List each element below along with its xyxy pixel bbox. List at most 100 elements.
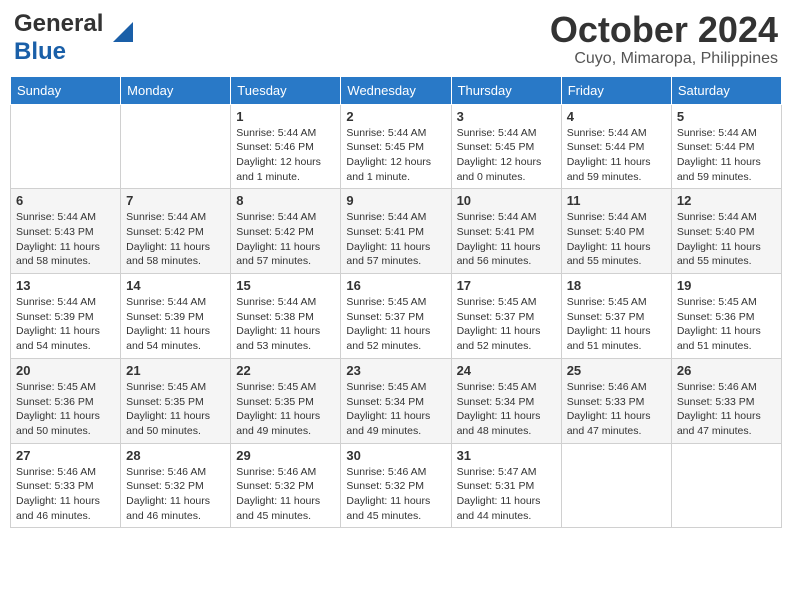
day-info: Sunrise: 5:46 AMSunset: 5:32 PMDaylight:… bbox=[346, 465, 445, 524]
calendar-cell: 24Sunrise: 5:45 AMSunset: 5:34 PMDayligh… bbox=[451, 358, 561, 443]
calendar-cell: 19 Sunrise: 5:45 AMSunset: 5:36 PMDayligh… bbox=[671, 274, 781, 359]
day-number: 12 bbox=[677, 193, 776, 208]
day-number: 2 bbox=[346, 109, 445, 124]
day-info: Sunrise: 5:44 AMSunset: 5:45 PMDaylight:… bbox=[346, 126, 445, 185]
day-of-week-header: Monday bbox=[121, 76, 231, 104]
calendar-cell: 28 Sunrise: 5:46 AMSunset: 5:32 PMDayligh… bbox=[121, 443, 231, 528]
day-of-week-header: Saturday bbox=[671, 76, 781, 104]
day-number: 25 bbox=[567, 363, 666, 378]
calendar-cell: 5 Sunrise: 5:44 AMSunset: 5:44 PMDaylight… bbox=[671, 104, 781, 189]
calendar-cell: 15Sunrise: 5:44 AMSunset: 5:38 PMDayligh… bbox=[231, 274, 341, 359]
page-header: General Blue October 2024 Cuyo, Mimaropa… bbox=[10, 10, 782, 68]
calendar-cell bbox=[121, 104, 231, 189]
day-number: 3 bbox=[457, 109, 556, 124]
calendar-week-row: 20 Sunrise: 5:45 AMSunset: 5:36 PMDayligh… bbox=[11, 358, 782, 443]
calendar-cell: 9Sunrise: 5:44 AMSunset: 5:41 PMDaylight… bbox=[341, 189, 451, 274]
day-info: Sunrise: 5:45 AMSunset: 5:36 PMDaylight:… bbox=[16, 380, 115, 439]
calendar-cell: 8 Sunrise: 5:44 AMSunset: 5:42 PMDaylight… bbox=[231, 189, 341, 274]
day-number: 13 bbox=[16, 278, 115, 293]
day-info: Sunrise: 5:46 AMSunset: 5:32 PMDaylight:… bbox=[126, 465, 225, 524]
day-number: 22 bbox=[236, 363, 335, 378]
calendar-cell: 26 Sunrise: 5:46 AMSunset: 5:33 PMDayligh… bbox=[671, 358, 781, 443]
day-info: Sunrise: 5:45 AMSunset: 5:37 PMDaylight:… bbox=[457, 295, 556, 354]
day-info: Sunrise: 5:45 AMSunset: 5:35 PMDaylight:… bbox=[236, 380, 335, 439]
day-number: 19 bbox=[677, 278, 776, 293]
day-number: 20 bbox=[16, 363, 115, 378]
day-number: 24 bbox=[457, 363, 556, 378]
day-info: Sunrise: 5:44 AMSunset: 5:43 PMDaylight:… bbox=[16, 210, 115, 269]
calendar-week-row: 13 Sunrise: 5:44 AMSunset: 5:39 PMDayligh… bbox=[11, 274, 782, 359]
day-number: 11 bbox=[567, 193, 666, 208]
calendar-cell: 3Sunrise: 5:44 AMSunset: 5:45 PMDaylight… bbox=[451, 104, 561, 189]
day-info: Sunrise: 5:46 AMSunset: 5:33 PMDaylight:… bbox=[16, 465, 115, 524]
calendar-cell: 1 Sunrise: 5:44 AMSunset: 5:46 PMDaylight… bbox=[231, 104, 341, 189]
day-number: 14 bbox=[126, 278, 225, 293]
calendar-cell: 17 Sunrise: 5:45 AMSunset: 5:37 PMDayligh… bbox=[451, 274, 561, 359]
location: Cuyo, Mimaropa, Philippines bbox=[550, 50, 778, 68]
logo-icon bbox=[109, 18, 137, 51]
day-number: 28 bbox=[126, 448, 225, 463]
day-of-week-header: Tuesday bbox=[231, 76, 341, 104]
title-section: October 2024 Cuyo, Mimaropa, Philippines bbox=[550, 10, 778, 68]
calendar-cell: 30 Sunrise: 5:46 AMSunset: 5:32 PMDayligh… bbox=[341, 443, 451, 528]
day-number: 10 bbox=[457, 193, 556, 208]
day-number: 8 bbox=[236, 193, 335, 208]
month-title: October 2024 bbox=[550, 10, 778, 50]
day-number: 6 bbox=[16, 193, 115, 208]
day-info: Sunrise: 5:44 AMSunset: 5:44 PMDaylight:… bbox=[677, 126, 776, 185]
day-number: 30 bbox=[346, 448, 445, 463]
day-number: 16 bbox=[346, 278, 445, 293]
day-info: Sunrise: 5:45 AMSunset: 5:37 PMDaylight:… bbox=[346, 295, 445, 354]
day-info: Sunrise: 5:44 AMSunset: 5:40 PMDaylight:… bbox=[677, 210, 776, 269]
day-info: Sunrise: 5:44 AMSunset: 5:42 PMDaylight:… bbox=[236, 210, 335, 269]
calendar-cell: 2 Sunrise: 5:44 AMSunset: 5:45 PMDaylight… bbox=[341, 104, 451, 189]
day-info: Sunrise: 5:44 AMSunset: 5:41 PMDaylight:… bbox=[457, 210, 556, 269]
calendar-cell: 6 Sunrise: 5:44 AMSunset: 5:43 PMDaylight… bbox=[11, 189, 121, 274]
logo-text: General Blue bbox=[14, 10, 103, 66]
day-of-week-header: Thursday bbox=[451, 76, 561, 104]
day-info: Sunrise: 5:44 AMSunset: 5:40 PMDaylight:… bbox=[567, 210, 666, 269]
day-info: Sunrise: 5:46 AMSunset: 5:33 PMDaylight:… bbox=[677, 380, 776, 439]
calendar-cell: 12 Sunrise: 5:44 AMSunset: 5:40 PMDayligh… bbox=[671, 189, 781, 274]
day-info: Sunrise: 5:44 AMSunset: 5:39 PMDaylight:… bbox=[126, 295, 225, 354]
day-of-week-header: Sunday bbox=[11, 76, 121, 104]
day-number: 1 bbox=[236, 109, 335, 124]
day-number: 31 bbox=[457, 448, 556, 463]
day-number: 5 bbox=[677, 109, 776, 124]
day-info: Sunrise: 5:45 AMSunset: 5:36 PMDaylight:… bbox=[677, 295, 776, 354]
day-info: Sunrise: 5:46 AMSunset: 5:32 PMDaylight:… bbox=[236, 465, 335, 524]
calendar-cell: 21Sunrise: 5:45 AMSunset: 5:35 PMDayligh… bbox=[121, 358, 231, 443]
calendar-cell: 18Sunrise: 5:45 AMSunset: 5:37 PMDayligh… bbox=[561, 274, 671, 359]
calendar-cell: 7Sunrise: 5:44 AMSunset: 5:42 PMDaylight… bbox=[121, 189, 231, 274]
day-number: 26 bbox=[677, 363, 776, 378]
day-number: 23 bbox=[346, 363, 445, 378]
calendar-cell: 14 Sunrise: 5:44 AMSunset: 5:39 PMDayligh… bbox=[121, 274, 231, 359]
calendar-cell: 16 Sunrise: 5:45 AMSunset: 5:37 PMDayligh… bbox=[341, 274, 451, 359]
calendar-cell: 25 Sunrise: 5:46 AMSunset: 5:33 PMDayligh… bbox=[561, 358, 671, 443]
day-of-week-header: Wednesday bbox=[341, 76, 451, 104]
day-info: Sunrise: 5:46 AMSunset: 5:33 PMDaylight:… bbox=[567, 380, 666, 439]
calendar-cell bbox=[671, 443, 781, 528]
day-info: Sunrise: 5:44 AMSunset: 5:39 PMDaylight:… bbox=[16, 295, 115, 354]
day-info: Sunrise: 5:44 AMSunset: 5:44 PMDaylight:… bbox=[567, 126, 666, 185]
calendar-cell: 13 Sunrise: 5:44 AMSunset: 5:39 PMDayligh… bbox=[11, 274, 121, 359]
day-info: Sunrise: 5:44 AMSunset: 5:42 PMDaylight:… bbox=[126, 210, 225, 269]
day-number: 17 bbox=[457, 278, 556, 293]
calendar-cell: 31Sunrise: 5:47 AMSunset: 5:31 PMDayligh… bbox=[451, 443, 561, 528]
day-number: 9 bbox=[346, 193, 445, 208]
calendar-week-row: 27 Sunrise: 5:46 AMSunset: 5:33 PMDayligh… bbox=[11, 443, 782, 528]
day-number: 29 bbox=[236, 448, 335, 463]
calendar-week-row: 6 Sunrise: 5:44 AMSunset: 5:43 PMDaylight… bbox=[11, 189, 782, 274]
calendar-cell: 10 Sunrise: 5:44 AMSunset: 5:41 PMDayligh… bbox=[451, 189, 561, 274]
calendar-cell: 11 Sunrise: 5:44 AMSunset: 5:40 PMDayligh… bbox=[561, 189, 671, 274]
calendar-cell bbox=[561, 443, 671, 528]
day-number: 27 bbox=[16, 448, 115, 463]
calendar-cell bbox=[11, 104, 121, 189]
day-info: Sunrise: 5:45 AMSunset: 5:37 PMDaylight:… bbox=[567, 295, 666, 354]
day-number: 4 bbox=[567, 109, 666, 124]
day-info: Sunrise: 5:45 AMSunset: 5:34 PMDaylight:… bbox=[346, 380, 445, 439]
day-info: Sunrise: 5:45 AMSunset: 5:35 PMDaylight:… bbox=[126, 380, 225, 439]
calendar-week-row: 1 Sunrise: 5:44 AMSunset: 5:46 PMDaylight… bbox=[11, 104, 782, 189]
calendar-cell: 27 Sunrise: 5:46 AMSunset: 5:33 PMDayligh… bbox=[11, 443, 121, 528]
day-info: Sunrise: 5:44 AMSunset: 5:46 PMDaylight:… bbox=[236, 126, 335, 185]
